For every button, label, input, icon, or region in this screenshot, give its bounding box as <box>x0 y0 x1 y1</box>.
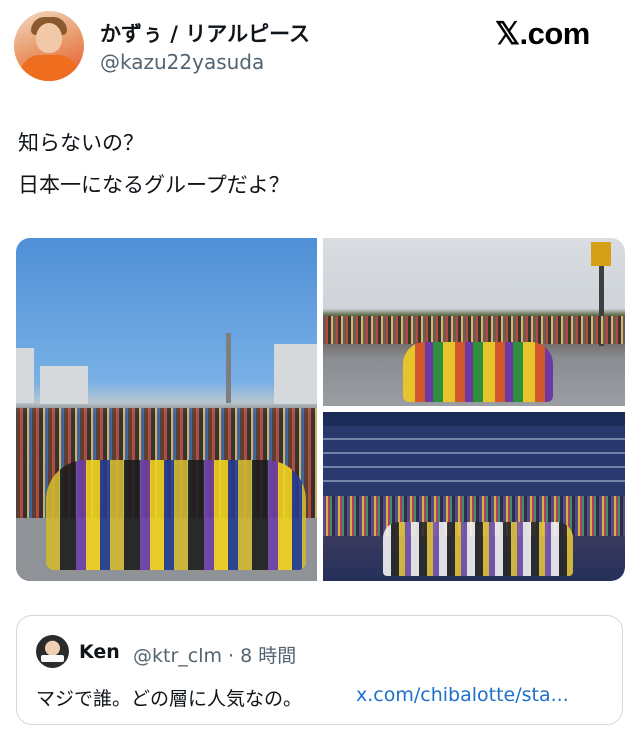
photo-arena-crowd[interactable] <box>323 412 625 581</box>
x-logo[interactable]: 𝕏.com <box>495 16 590 52</box>
post-text: 知らないの？ 日本一になるグループだよ？ <box>18 122 290 206</box>
post-text-line: 知らないの？ <box>18 131 144 155</box>
post-text-line: 日本一になるグループだよ？ <box>18 173 290 197</box>
author-avatar[interactable] <box>14 11 84 81</box>
quoted-post-text: マジで誰。どの層に人気なの。 <box>36 688 303 710</box>
author-handle[interactable]: @kazu22yasuda <box>100 50 264 74</box>
quoted-post-link[interactable]: x.com/chibalotte/sta... <box>356 684 569 706</box>
quoted-post-card[interactable]: Ken @ktr_clm · 8 時間 マジで誰。どの層に人気なの。 x.com… <box>16 615 623 725</box>
photo-outdoor-crowd-stage[interactable] <box>16 238 317 581</box>
quoted-author-meta: @ktr_clm · 8 時間 <box>133 645 297 667</box>
media-grid <box>16 238 625 581</box>
quoted-author-avatar[interactable] <box>36 635 69 668</box>
quoted-author-name[interactable]: Ken <box>79 641 120 663</box>
author-display-name[interactable]: かずぅ / リアルピース <box>100 18 310 48</box>
photo-outdoor-wide-crowd[interactable] <box>323 238 625 406</box>
